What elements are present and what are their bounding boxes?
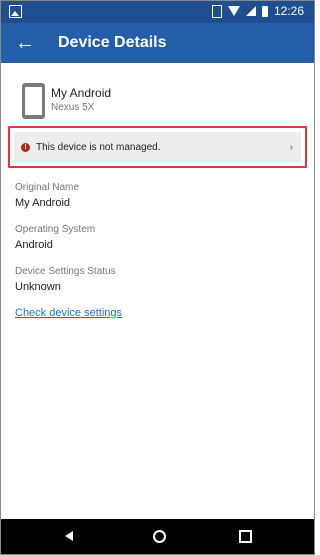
field-label-original-name: Original Name: [15, 182, 79, 193]
field-label-os: Operating System: [15, 224, 96, 235]
warning-highlight: ! This device is not managed. ›: [8, 126, 307, 168]
alert-icon: !: [21, 142, 30, 152]
cell-signal-icon: [245, 6, 256, 16]
app-window: 12:26 ← Device Details My Android Nexus …: [0, 0, 315, 555]
device-model: Nexus 5X: [51, 102, 95, 113]
warning-text: This device is not managed.: [36, 141, 161, 153]
nav-recents-icon[interactable]: [239, 530, 252, 543]
not-managed-banner[interactable]: ! This device is not managed. ›: [14, 132, 301, 162]
field-value-os: Android: [15, 239, 53, 251]
nav-back-icon[interactable]: [65, 531, 73, 541]
status-icons: 12:26: [211, 4, 304, 18]
wifi-icon: [227, 6, 240, 16]
vibrate-icon: [211, 4, 222, 18]
field-value-original-name: My Android: [15, 197, 71, 209]
clock: 12:26: [273, 4, 304, 18]
page-title: Device Details: [58, 34, 167, 51]
back-arrow-icon[interactable]: ←: [15, 32, 35, 54]
status-bar: 12:26: [1, 1, 314, 23]
device-header: My Android Nexus 5X: [1, 79, 314, 119]
app-toolbar: ← Device Details: [1, 23, 314, 63]
android-nav-bar: [1, 519, 314, 554]
battery-icon: [261, 5, 268, 17]
field-value-settings-status: Unknown: [15, 281, 61, 293]
nav-home-icon[interactable]: [153, 530, 166, 543]
chevron-right-icon: ›: [289, 141, 293, 153]
field-label-settings-status: Device Settings Status: [15, 266, 116, 277]
device-name: My Android: [51, 86, 112, 100]
phone-icon: [22, 83, 45, 119]
image-notification-icon: [9, 5, 22, 18]
check-device-settings-link[interactable]: Check device settings: [15, 307, 122, 319]
